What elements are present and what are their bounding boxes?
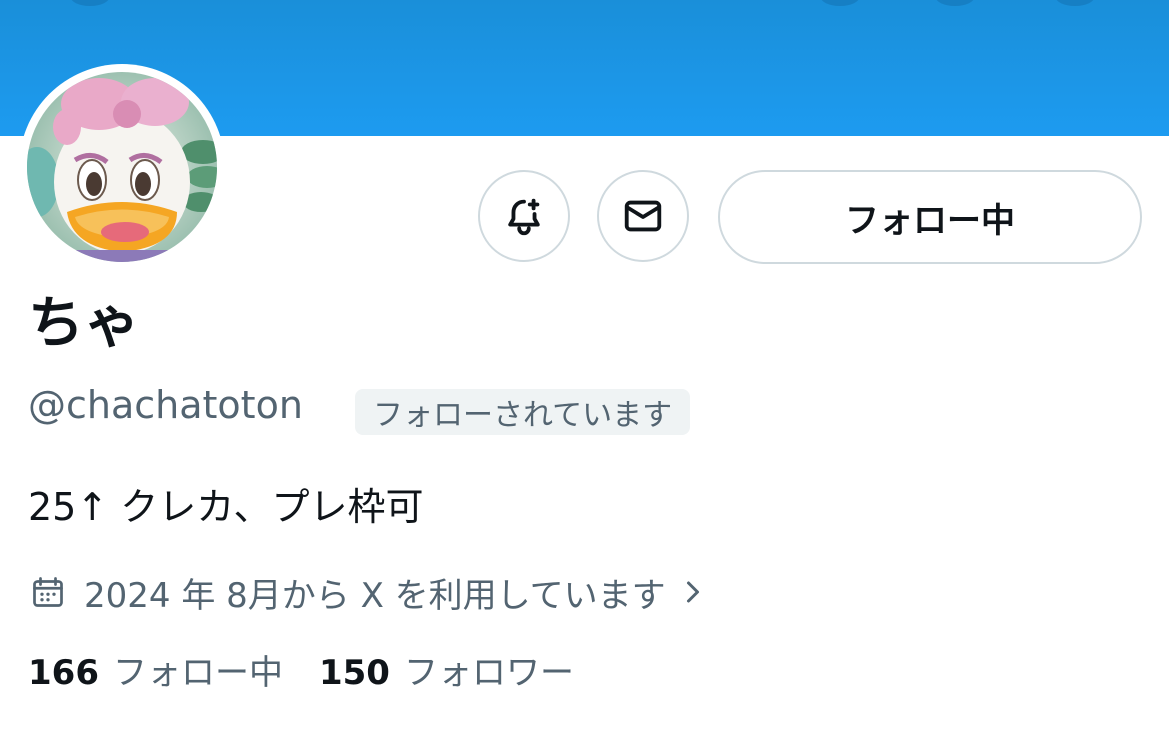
follow-stats: 166 フォロー中 150 フォロワー xyxy=(28,656,610,690)
banner-shape xyxy=(820,0,860,6)
chevron-right-icon xyxy=(678,572,708,612)
followers-stat[interactable]: 150 フォロワー xyxy=(319,656,574,690)
envelope-icon xyxy=(624,200,662,232)
user-handle: @chachatoton xyxy=(28,383,303,427)
banner-shape xyxy=(70,0,110,6)
banner-shape xyxy=(935,0,975,6)
joined-date-row[interactable]: 2024 年 8月から X を利用しています xyxy=(28,570,708,616)
profile-page: フォロー中 ちゃ @chachatoton フォローされています 25↑ クレカ… xyxy=(0,0,1169,744)
following-stat[interactable]: 166 フォロー中 xyxy=(28,656,283,690)
profile-bio: 25↑ クレカ、プレ枠可 xyxy=(28,485,424,529)
bell-plus-icon xyxy=(508,198,540,236)
follows-you-badge: フォローされています xyxy=(355,389,691,435)
message-button[interactable] xyxy=(597,170,689,262)
following-button[interactable]: フォロー中 xyxy=(718,170,1142,264)
display-name: ちゃ xyxy=(28,291,140,356)
following-label: フォロー中 xyxy=(112,653,283,693)
joined-date-text: 2024 年 8月から X を利用しています xyxy=(84,575,666,616)
following-count: 166 xyxy=(28,653,99,693)
calendar-icon xyxy=(28,572,68,612)
notify-button[interactable] xyxy=(478,170,570,262)
avatar-image xyxy=(27,72,217,262)
banner-shape xyxy=(1055,0,1095,6)
followers-count: 150 xyxy=(318,653,390,693)
avatar[interactable] xyxy=(27,72,217,262)
followers-label: フォロワー xyxy=(403,653,574,693)
